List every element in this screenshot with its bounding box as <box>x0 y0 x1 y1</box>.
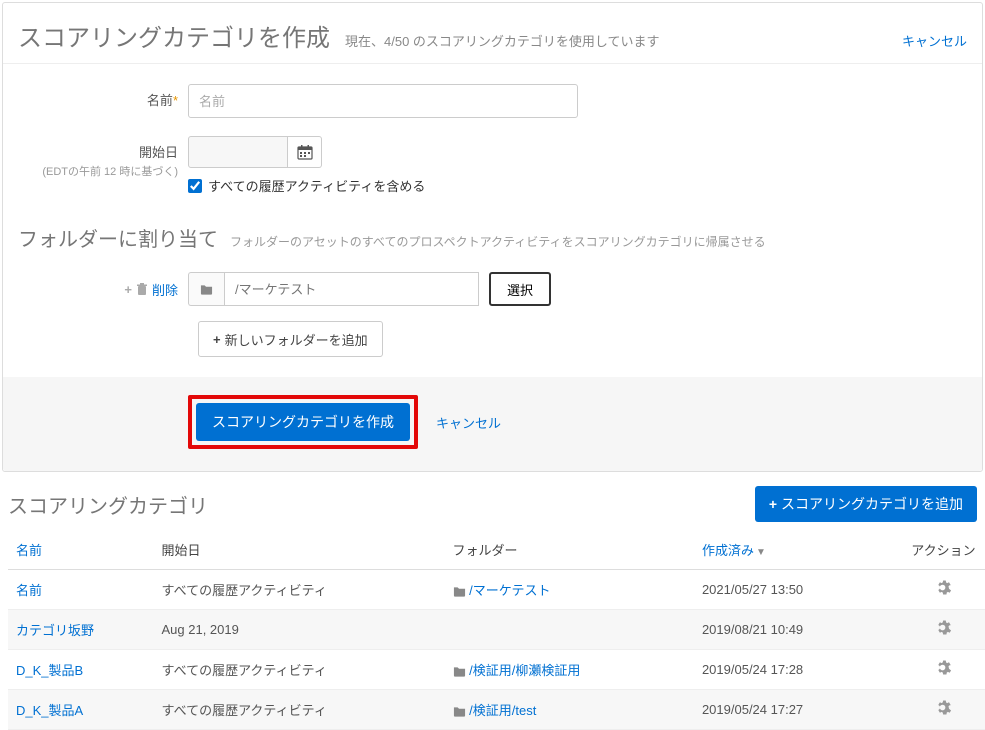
highlight-frame: スコアリングカテゴリを作成 <box>188 395 418 449</box>
name-row: 名前* <box>18 84 967 118</box>
row-created: 2019/05/24 17:27 <box>694 690 902 730</box>
panel-header: スコアリングカテゴリを作成 現在、4/50 のスコアリングカテゴリを使用していま… <box>3 3 982 64</box>
include-history-checkbox[interactable] <box>188 179 202 193</box>
assign-section-head: フォルダーに割り当て フォルダーのアセットのすべてのプロスペクトアクティビティを… <box>18 213 967 252</box>
folder-icon <box>200 284 213 295</box>
row-folder: /マーケテスト <box>445 570 694 610</box>
list-title: スコアリングカテゴリ <box>8 490 208 519</box>
add-category-button[interactable]: +スコアリングカテゴリを追加 <box>755 486 977 522</box>
list-header: スコアリングカテゴリ +スコアリングカテゴリを追加 <box>8 486 985 530</box>
table-row: カテゴリ坂野 Aug 21, 2019 2019/08/21 10:49 <box>8 610 985 650</box>
col-actions: アクション <box>902 530 985 570</box>
page-subtitle: 現在、4/50 のスコアリングカテゴリを使用しています <box>345 31 660 50</box>
row-created: 2021/05/27 13:50 <box>694 570 902 610</box>
col-name[interactable]: 名前 <box>8 530 154 570</box>
start-date-row: 開始日 (EDTの午前 12 時に基づく) すべての履歴アクティビティを含める <box>18 136 967 195</box>
cancel-link-top[interactable]: キャンセル <box>902 31 967 50</box>
plus-icon[interactable]: + <box>124 282 132 297</box>
sort-desc-icon: ▼ <box>756 547 766 558</box>
col-created[interactable]: 作成済み▼ <box>694 530 902 570</box>
table-row: 名前 すべての履歴アクティビティ /マーケテスト 2021/05/27 13:50 <box>8 570 985 610</box>
row-created: 2019/05/24 17:28 <box>694 650 902 690</box>
date-input-group <box>188 136 967 168</box>
include-history-label: すべての履歴アクティビティを含める <box>208 176 425 195</box>
folder-addon-icon <box>188 272 224 306</box>
category-table: 名前 開始日 フォルダー 作成済み▼ アクション 名前すべての履歴アクティビティ… <box>8 530 985 730</box>
add-folder-label: 新しいフォルダーを追加 <box>225 330 368 349</box>
calendar-button[interactable] <box>288 136 322 168</box>
folder-row-actions: + 削除 <box>18 280 188 299</box>
row-actions <box>902 650 985 690</box>
folder-path-input[interactable] <box>224 272 479 306</box>
row-folder-link[interactable]: /検証用/柳瀬検証用 <box>469 663 580 678</box>
col-start[interactable]: 開始日 <box>154 530 445 570</box>
start-date-input[interactable] <box>188 136 288 168</box>
select-folder-button[interactable]: 選択 <box>489 272 551 306</box>
row-folder: /検証用/test <box>445 690 694 730</box>
row-folder-link[interactable]: /マーケテスト <box>469 583 550 598</box>
gear-icon[interactable] <box>936 662 951 679</box>
footer-bar: スコアリングカテゴリを作成 キャンセル <box>3 377 982 471</box>
form-area: 名前* 開始日 (EDTの午前 12 時に基づく) すべての履歴アクテ <box>3 64 982 377</box>
table-row: D_K_製品B すべての履歴アクティビティ /検証用/柳瀬検証用 2019/05/2… <box>8 650 985 690</box>
trash-icon[interactable] <box>136 283 148 296</box>
footer-inner: スコアリングカテゴリを作成 キャンセル <box>188 395 967 449</box>
plus-icon: + <box>213 332 221 347</box>
row-actions <box>902 690 985 730</box>
row-start: すべての履歴アクティビティ <box>154 690 445 730</box>
row-name-link[interactable]: D_K_製品A <box>16 703 83 718</box>
row-start: すべての履歴アクティビティ <box>154 650 445 690</box>
delete-link[interactable]: 削除 <box>152 280 178 299</box>
row-created: 2019/08/21 10:49 <box>694 610 902 650</box>
row-actions <box>902 610 985 650</box>
start-date-sublabel: (EDTの午前 12 時に基づく) <box>18 163 178 179</box>
row-start: Aug 21, 2019 <box>154 610 445 650</box>
start-date-label: 開始日 (EDTの午前 12 時に基づく) <box>18 136 188 179</box>
start-date-label-text: 開始日 <box>139 145 178 160</box>
table-row: D_K_製品A すべての履歴アクティビティ /検証用/test 2019/05/24… <box>8 690 985 730</box>
create-category-button[interactable]: スコアリングカテゴリを作成 <box>196 403 410 441</box>
plus-icon: + <box>769 496 777 512</box>
table-header-row: 名前 開始日 フォルダー 作成済み▼ アクション <box>8 530 985 570</box>
name-input[interactable] <box>188 84 578 118</box>
gear-icon[interactable] <box>936 582 951 599</box>
row-actions <box>902 570 985 610</box>
folder-icon <box>453 706 466 717</box>
folder-input-group: 選択 <box>188 272 551 306</box>
name-label: 名前* <box>18 84 188 109</box>
create-category-panel: スコアリングカテゴリを作成 現在、4/50 のスコアリングカテゴリを使用していま… <box>2 2 983 472</box>
row-name-link[interactable]: D_K_製品B <box>16 663 83 678</box>
panel-header-left: スコアリングカテゴリを作成 現在、4/50 のスコアリングカテゴリを使用していま… <box>18 18 660 53</box>
row-name-link[interactable]: 名前 <box>16 583 42 598</box>
add-category-label: スコアリングカテゴリを追加 <box>781 494 963 514</box>
assign-subtitle: フォルダーのアセットのすべてのプロスペクトアクティビティをスコアリングカテゴリに… <box>230 233 766 250</box>
page-title: スコアリングカテゴリを作成 <box>18 18 330 53</box>
row-folder-link[interactable]: /検証用/test <box>469 703 536 718</box>
gear-icon[interactable] <box>936 622 951 639</box>
include-history-row: すべての履歴アクティビティを含める <box>188 176 967 195</box>
row-folder <box>445 610 694 650</box>
assign-title: フォルダーに割り当て <box>18 223 218 252</box>
folder-row: + 削除 選択 <box>18 272 967 306</box>
calendar-icon <box>297 144 313 160</box>
add-folder-button[interactable]: + 新しいフォルダーを追加 <box>198 321 383 357</box>
row-folder: /検証用/柳瀬検証用 <box>445 650 694 690</box>
row-name-link[interactable]: カテゴリ坂野 <box>16 623 94 638</box>
list-section: スコアリングカテゴリ +スコアリングカテゴリを追加 名前 開始日 フォルダー 作… <box>0 472 985 730</box>
col-folder[interactable]: フォルダー <box>445 530 694 570</box>
row-start: すべての履歴アクティビティ <box>154 570 445 610</box>
gear-icon[interactable] <box>936 702 951 719</box>
folder-icon <box>453 586 466 597</box>
cancel-link-bottom[interactable]: キャンセル <box>436 413 501 432</box>
